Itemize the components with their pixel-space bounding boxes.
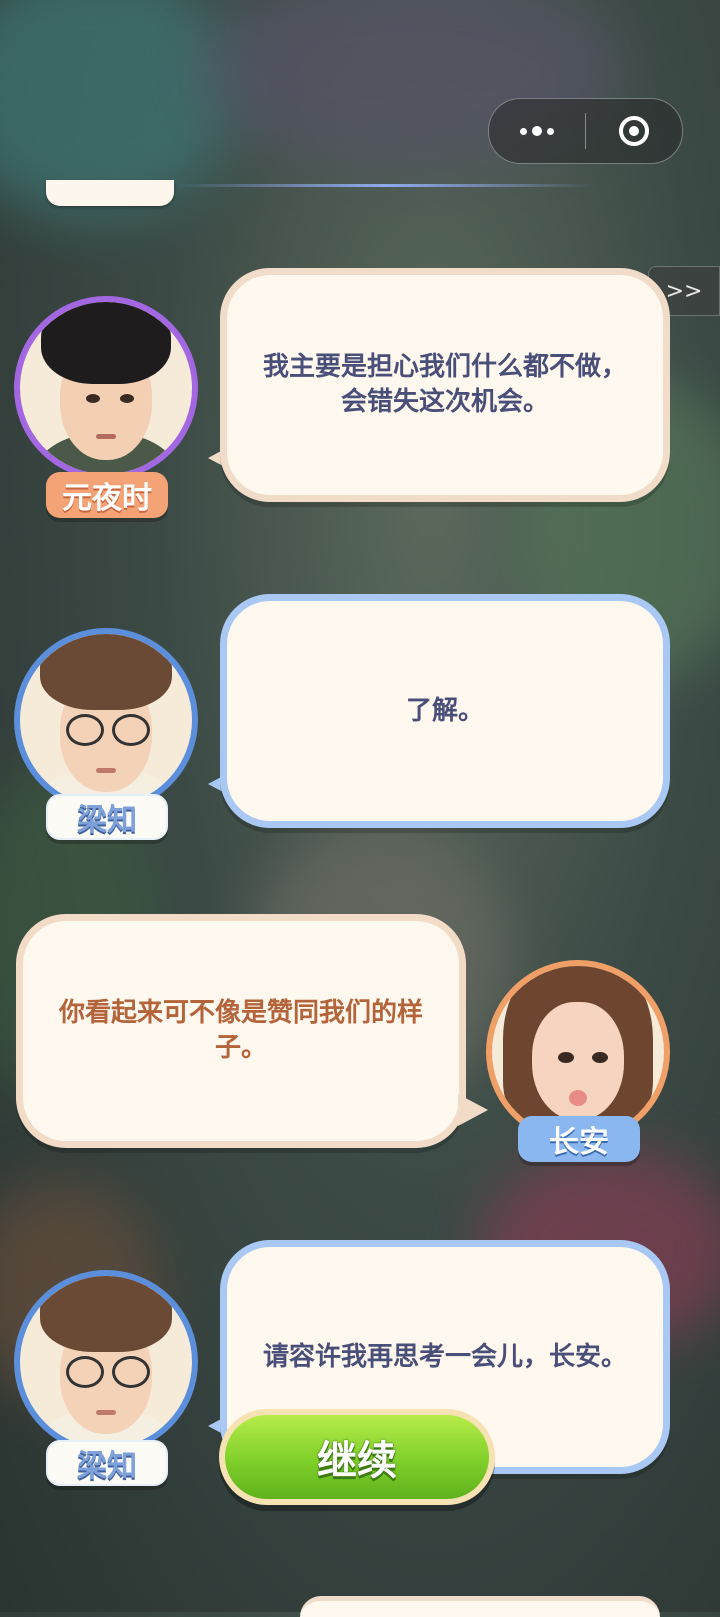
more-dots-icon[interactable] [489,99,585,163]
dialogue-text: 我主要是担心我们什么都不做， 会错失这次机会。 [262,352,627,417]
dialogue-text: 了解。 [405,695,484,726]
dialogue-text: 请容许我再思考一会儿，长安。 [262,1341,627,1372]
speaker-name-tag: 梁知 [46,794,168,840]
speaker-name-tag: 梁知 [46,1440,168,1486]
previous-name-tag [46,180,174,206]
target-circle-icon[interactable] [586,116,682,146]
dialogue-text: 你看起来可不像是赞同我们的样 子。 [58,998,423,1063]
avatar-yuanyeshi [14,296,198,480]
avatar-liangzhi [14,628,198,812]
dialogue-bubble: 我主要是担心我们什么都不做， 会错失这次机会。 [220,268,670,502]
avatar-liangzhi [14,1270,198,1454]
continue-button[interactable]: 继续 [219,1409,495,1505]
scroll-top-divider [175,184,595,187]
dialogue-bubble: 了解。 [220,594,670,828]
dialogue-bubble: 你看起来可不像是赞同我们的样 子。 [16,914,466,1148]
bubble-tail [458,1094,488,1126]
speaker-name-tag: 元夜时 [46,472,168,518]
mini-program-capsule [488,98,683,164]
next-bubble-peek [300,1596,660,1617]
speaker-name-tag: 长安 [518,1116,640,1162]
